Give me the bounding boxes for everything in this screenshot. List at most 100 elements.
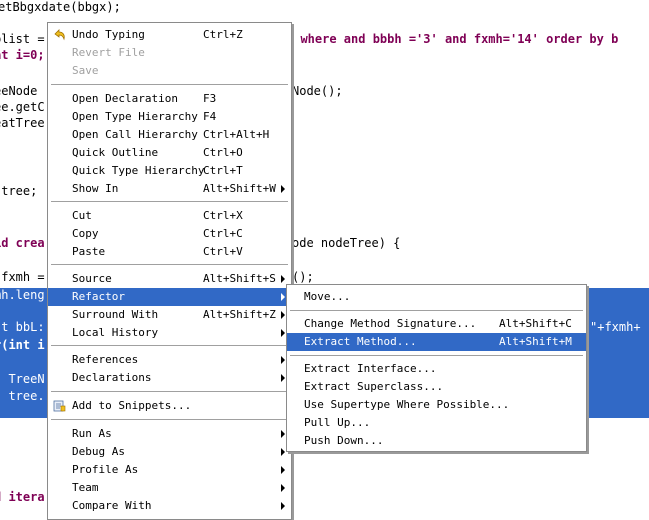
code-line: ee.getC bbox=[0, 100, 45, 114]
submenu-arrow-icon bbox=[281, 502, 285, 510]
menu-label: Declarations bbox=[72, 371, 152, 384]
menu-separator bbox=[51, 345, 288, 347]
menu-label: Change Method Signature... bbox=[304, 317, 477, 330]
code-line-selected: "+fxmh+ bbox=[590, 320, 641, 334]
submenu-arrow-icon bbox=[281, 448, 285, 456]
code-line: Node(); bbox=[292, 84, 343, 98]
menu-item-quick-type-hierarchy[interactable]: Quick Type Hierarchy Ctrl+T bbox=[48, 162, 291, 180]
context-menu: Undo Typing Ctrl+Z Revert File Save Open… bbox=[47, 22, 292, 520]
menu-label: Push Down... bbox=[304, 434, 384, 447]
menu-item-extract-interface[interactable]: Extract Interface... bbox=[287, 360, 586, 378]
menu-label: Quick Outline bbox=[72, 146, 159, 159]
menu-label: Copy bbox=[72, 227, 99, 240]
menu-item-debug-as[interactable]: Debug As bbox=[48, 443, 291, 461]
snippet-icon bbox=[53, 400, 66, 412]
menu-item-open-declaration[interactable]: Open Declaration F3 bbox=[48, 90, 291, 108]
menu-item-add-to-snippets[interactable]: Add to Snippets... bbox=[48, 397, 291, 415]
menu-item-cut[interactable]: Cut Ctrl+X bbox=[48, 207, 291, 225]
menu-label: Open Type Hierarchy bbox=[72, 110, 198, 123]
menu-item-extract-superclass[interactable]: Extract Superclass... bbox=[287, 378, 586, 396]
menu-item-pull-up[interactable]: Pull Up... bbox=[287, 414, 586, 432]
menu-label: Paste bbox=[72, 245, 106, 258]
menu-item-move[interactable]: Move... bbox=[287, 288, 586, 306]
menu-item-quick-outline[interactable]: Quick Outline Ctrl+O bbox=[48, 144, 291, 162]
refactor-submenu: Move... Change Method Signature... Alt+S… bbox=[286, 284, 587, 452]
menu-item-revert-file[interactable]: Revert File bbox=[48, 44, 291, 62]
menu-accelerator: Ctrl+O bbox=[203, 146, 243, 159]
submenu-arrow-icon bbox=[281, 275, 285, 283]
menu-label: Pull Up... bbox=[304, 416, 371, 429]
undo-icon bbox=[54, 29, 65, 41]
submenu-arrow-icon bbox=[281, 430, 285, 438]
menu-label: Surround With bbox=[72, 308, 159, 321]
menu-label: Local History bbox=[72, 326, 159, 339]
menu-item-run-as[interactable]: Run As bbox=[48, 425, 291, 443]
menu-item-source[interactable]: Source Alt+Shift+S bbox=[48, 270, 291, 288]
submenu-arrow-icon bbox=[281, 293, 285, 301]
code-line: d itera bbox=[0, 490, 45, 504]
menu-separator bbox=[51, 391, 288, 393]
menu-separator bbox=[51, 84, 288, 86]
menu-label: Compare With bbox=[72, 499, 152, 512]
menu-item-extract-method[interactable]: Extract Method... Alt+Shift+M bbox=[287, 333, 586, 351]
code-line: where and bbbh ='3' and fxmh='14' order … bbox=[286, 32, 619, 46]
menu-item-references[interactable]: References bbox=[48, 351, 291, 369]
menu-label: Profile As bbox=[72, 463, 139, 476]
menu-label: Cut bbox=[72, 209, 92, 222]
menu-label: Debug As bbox=[72, 445, 125, 458]
code-line: at i=0; bbox=[0, 48, 45, 62]
menu-accelerator: F3 bbox=[203, 92, 217, 105]
menu-accelerator: Ctrl+Z bbox=[203, 28, 243, 41]
menu-item-open-call-hierarchy[interactable]: Open Call Hierarchy Ctrl+Alt+H bbox=[48, 126, 291, 144]
menu-separator bbox=[51, 419, 288, 421]
menu-item-use-supertype[interactable]: Use Supertype Where Possible... bbox=[287, 396, 586, 414]
submenu-arrow-icon bbox=[281, 356, 285, 364]
code-line-selected: mh.leng bbox=[0, 288, 45, 302]
menu-item-refactor[interactable]: Refactor bbox=[48, 288, 291, 306]
menu-label: Revert File bbox=[72, 46, 145, 59]
menu-item-copy[interactable]: Copy Ctrl+C bbox=[48, 225, 291, 243]
submenu-arrow-icon bbox=[281, 374, 285, 382]
menu-item-open-type-hierarchy[interactable]: Open Type Hierarchy F4 bbox=[48, 108, 291, 126]
menu-label: Open Call Hierarchy bbox=[72, 128, 198, 141]
code-line-selected: r(int i bbox=[0, 338, 45, 352]
menu-label: References bbox=[72, 353, 139, 366]
code-line-selected: tree. bbox=[8, 389, 45, 403]
submenu-arrow-icon bbox=[281, 484, 285, 492]
menu-accelerator: Ctrl+X bbox=[203, 209, 243, 222]
menu-item-paste[interactable]: Paste Ctrl+V bbox=[48, 243, 291, 261]
code-line-selected: TreeN bbox=[8, 372, 45, 386]
menu-accelerator: F4 bbox=[203, 110, 217, 123]
menu-item-save[interactable]: Save bbox=[48, 62, 291, 80]
code-line: id crea bbox=[0, 236, 45, 250]
menu-label: Open Declaration bbox=[72, 92, 178, 105]
menu-accelerator: Ctrl+V bbox=[203, 245, 243, 258]
code-line: (); bbox=[292, 270, 314, 284]
menu-accelerator: Ctrl+Alt+H bbox=[203, 128, 270, 141]
menu-separator bbox=[290, 355, 583, 357]
menu-accelerator: Alt+Shift+M bbox=[499, 335, 572, 348]
menu-label: Show In bbox=[72, 182, 119, 195]
menu-item-push-down[interactable]: Push Down... bbox=[287, 432, 586, 450]
menu-item-profile-as[interactable]: Profile As bbox=[48, 461, 291, 479]
menu-item-declarations[interactable]: Declarations bbox=[48, 369, 291, 387]
menu-item-show-in[interactable]: Show In Alt+Shift+W bbox=[48, 180, 291, 198]
menu-label: Extract Method... bbox=[304, 335, 417, 348]
code-line: blist = bbox=[0, 32, 45, 46]
menu-item-compare-with[interactable]: Compare With bbox=[48, 497, 291, 515]
menu-item-team[interactable]: Team bbox=[48, 479, 291, 497]
menu-item-change-method-signature[interactable]: Change Method Signature... Alt+Shift+C bbox=[287, 315, 586, 333]
menu-accelerator: Alt+Shift+Z bbox=[203, 308, 276, 321]
menu-item-local-history[interactable]: Local History bbox=[48, 324, 291, 342]
menu-label: Use Supertype Where Possible... bbox=[304, 398, 510, 411]
menu-separator bbox=[51, 201, 288, 203]
menu-accelerator: Ctrl+C bbox=[203, 227, 243, 240]
code-line: eeNode bbox=[0, 84, 38, 98]
menu-label: Refactor bbox=[72, 290, 125, 303]
menu-label: Add to Snippets... bbox=[72, 399, 192, 412]
menu-item-undo-typing[interactable]: Undo Typing Ctrl+Z bbox=[48, 26, 291, 44]
code-line: tree; bbox=[1, 184, 38, 198]
menu-item-surround-with[interactable]: Surround With Alt+Shift+Z bbox=[48, 306, 291, 324]
menu-separator bbox=[290, 310, 583, 312]
submenu-arrow-icon bbox=[281, 466, 285, 474]
